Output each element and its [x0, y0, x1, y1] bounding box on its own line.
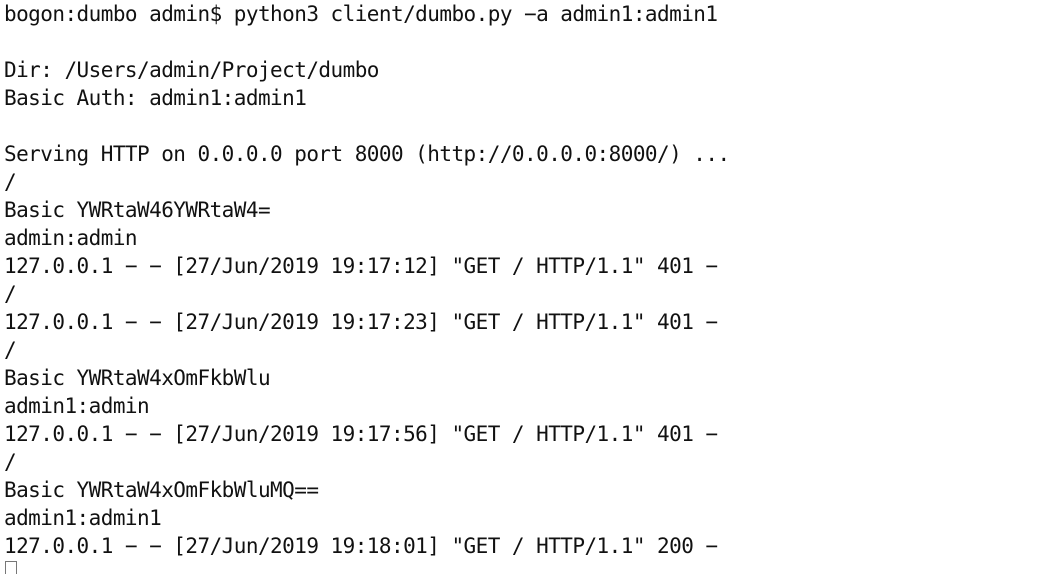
- decoded-credentials-line: admin1:admin: [4, 394, 150, 418]
- access-log-line: 127.0.0.1 − − [27/Jun/2019 19:18:01] "GE…: [4, 534, 718, 558]
- decoded-credentials-line: admin:admin: [4, 226, 138, 250]
- terminal-output[interactable]: bogon:dumbo admin$ python3 client/dumbo.…: [0, 0, 1050, 574]
- access-log-line: 127.0.0.1 − − [27/Jun/2019 19:17:56] "GE…: [4, 422, 718, 446]
- auth-header-line: Basic YWRtaW46YWRtaW4=: [4, 198, 271, 222]
- path-line: /: [4, 338, 17, 362]
- access-log-line: 127.0.0.1 − − [27/Jun/2019 19:17:12] "GE…: [4, 254, 718, 278]
- path-line: /: [4, 450, 17, 474]
- serving-line: Serving HTTP on 0.0.0.0 port 8000 (http:…: [4, 142, 730, 166]
- access-log-line: 127.0.0.1 − − [27/Jun/2019 19:17:23] "GE…: [4, 310, 718, 334]
- path-line: /: [4, 282, 17, 306]
- auth-header-line: Basic YWRtaW4xOmFkbWlu: [4, 366, 271, 390]
- decoded-credentials-line: admin1:admin1: [4, 506, 162, 530]
- basic-auth-line: Basic Auth: admin1:admin1: [4, 86, 307, 110]
- auth-header-line: Basic YWRtaW4xOmFkbWluMQ==: [4, 478, 319, 502]
- command-line: bogon:dumbo admin$ python3 client/dumbo.…: [4, 2, 718, 26]
- path-line: /: [4, 170, 17, 194]
- terminal-cursor: [5, 561, 17, 574]
- dir-line: Dir: /Users/admin/Project/dumbo: [4, 58, 379, 82]
